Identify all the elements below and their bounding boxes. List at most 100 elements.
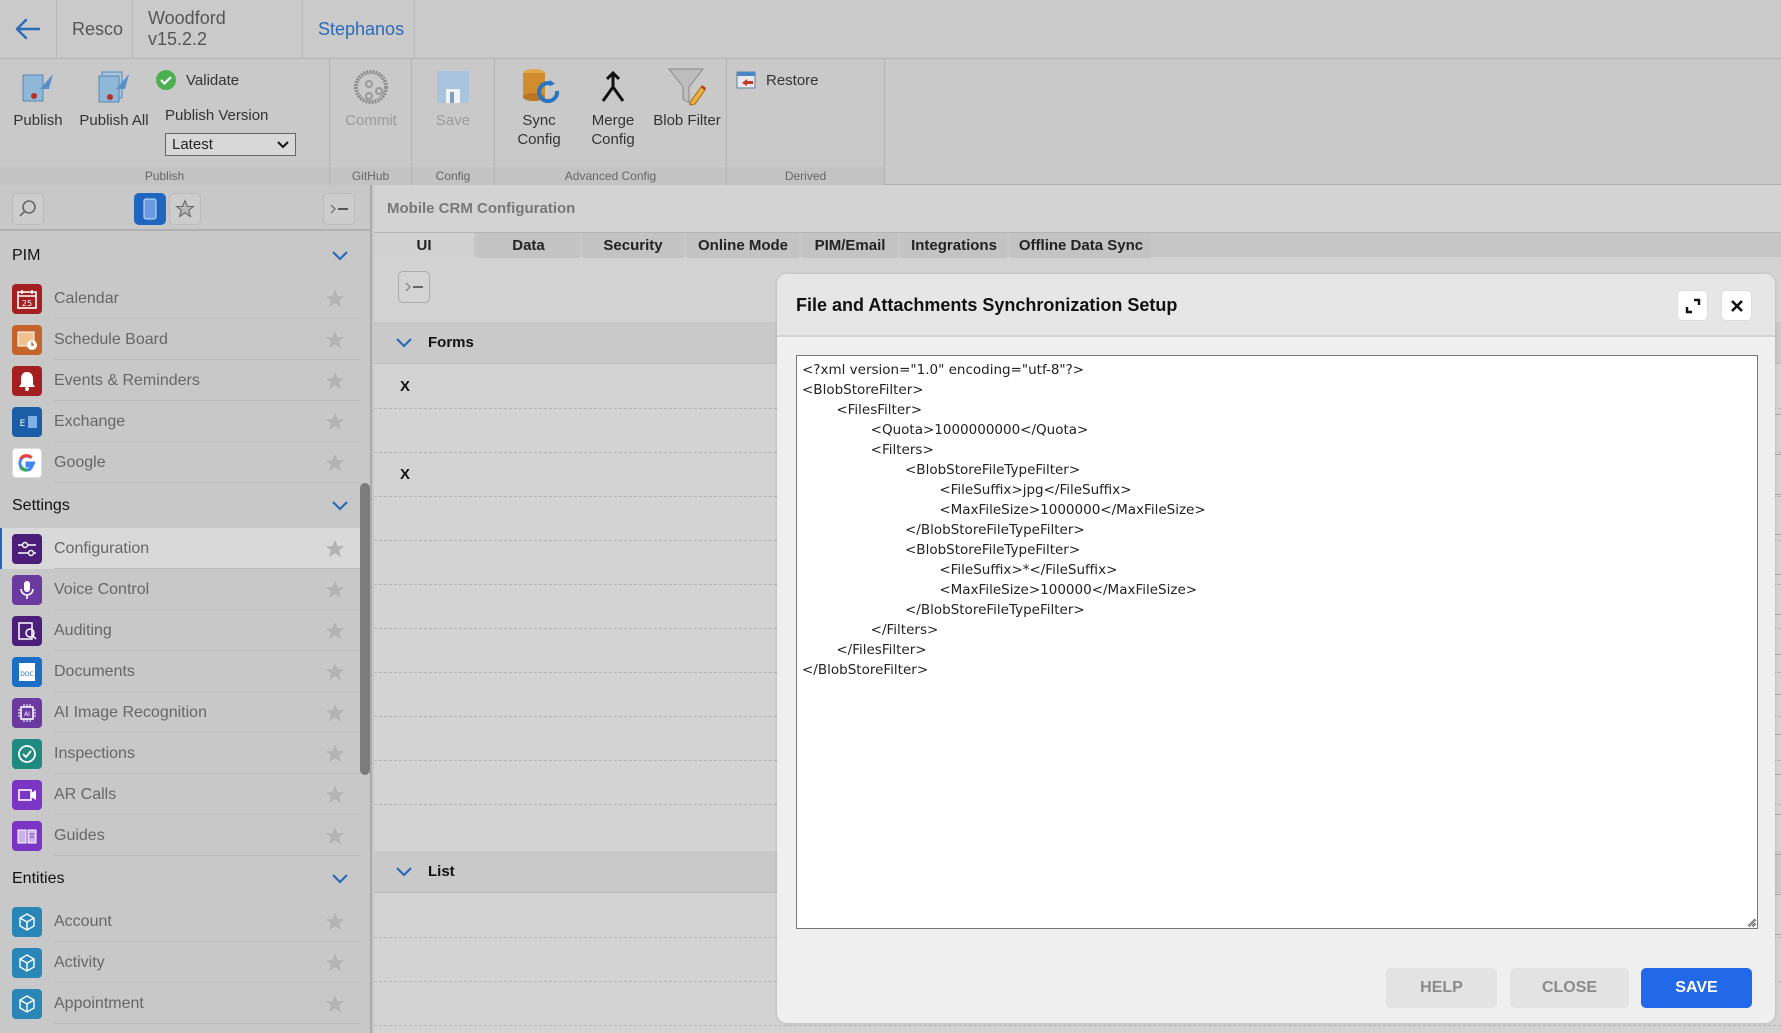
sidebar-item-exchange[interactable]: E Exchange bbox=[0, 401, 360, 442]
favorite-star-icon[interactable] bbox=[324, 288, 346, 315]
sidebar-item-label: Configuration bbox=[54, 528, 360, 569]
favorite-star-icon[interactable] bbox=[324, 329, 346, 356]
publish-all-label: Publish All bbox=[79, 112, 149, 129]
tab-offline-data-sync[interactable]: Offline Data Sync bbox=[1011, 233, 1151, 258]
favorite-star-icon[interactable] bbox=[324, 661, 346, 688]
sidebar-item-configuration[interactable]: Configuration bbox=[0, 528, 360, 569]
sidebar-section-entities[interactable]: Entities bbox=[0, 856, 360, 901]
close-button[interactable]: CLOSE bbox=[1510, 968, 1629, 1008]
save-button[interactable]: SAVE bbox=[1641, 968, 1752, 1008]
restore-button[interactable]: Restore bbox=[736, 71, 819, 89]
sidebar-item-guides[interactable]: Guides bbox=[0, 815, 360, 856]
favorite-star-icon[interactable] bbox=[324, 911, 346, 938]
publish-label: Publish bbox=[13, 112, 63, 129]
commit-label: Commit bbox=[345, 112, 397, 129]
save-toolbar-button[interactable]: Save bbox=[430, 67, 476, 130]
sidebar-item-label: Guides bbox=[54, 815, 360, 856]
sidebar-item-auditing[interactable]: Auditing bbox=[0, 610, 360, 651]
sidebar-mobile-view-button[interactable] bbox=[134, 193, 166, 225]
sidebar-collapse-button[interactable] bbox=[323, 193, 355, 225]
favorite-star-icon[interactable] bbox=[324, 702, 346, 729]
tab-ui[interactable]: UI bbox=[374, 233, 474, 258]
group-label-github: GitHub bbox=[330, 167, 411, 185]
sidebar-item-schedule-board[interactable]: Schedule Board bbox=[0, 319, 360, 360]
cube-icon bbox=[12, 947, 42, 978]
mobile-device-icon bbox=[143, 198, 157, 220]
favorite-star-icon[interactable] bbox=[324, 993, 346, 1020]
maximize-button[interactable] bbox=[1677, 290, 1708, 321]
publish-version-value: Latest bbox=[172, 136, 213, 153]
dialog-close-x-button[interactable] bbox=[1721, 290, 1752, 321]
cube-icon bbox=[12, 988, 42, 1019]
sync-config-button[interactable]: Sync Config bbox=[511, 67, 567, 149]
favorite-star-icon[interactable] bbox=[324, 370, 346, 397]
sidebar-item-account[interactable]: Account bbox=[0, 901, 360, 942]
favorite-star-icon[interactable] bbox=[324, 620, 346, 647]
blob-filter-label: Blob Filter bbox=[653, 112, 721, 129]
restore-window-icon bbox=[736, 71, 756, 89]
restore-label: Restore bbox=[766, 71, 819, 89]
favorite-star-icon[interactable] bbox=[324, 784, 346, 811]
blob-filter-button[interactable]: Blob Filter bbox=[650, 67, 724, 130]
chevron-down-icon bbox=[332, 873, 348, 884]
publish-button[interactable]: Publish bbox=[10, 67, 66, 130]
validate-button[interactable]: Validate bbox=[156, 70, 239, 90]
sync-config-label-1: Sync bbox=[522, 112, 556, 129]
chevron-down-icon bbox=[396, 337, 412, 348]
svg-text:E: E bbox=[20, 419, 26, 429]
form-panel-collapse-button[interactable] bbox=[398, 271, 430, 303]
ribbon-group-github: Commit GitHub bbox=[330, 59, 412, 185]
microphone-icon bbox=[12, 574, 42, 605]
sidebar-item-google[interactable]: Google bbox=[0, 442, 360, 483]
validate-label: Validate bbox=[186, 71, 240, 89]
favorite-star-icon[interactable] bbox=[324, 538, 346, 565]
help-button[interactable]: HELP bbox=[1386, 968, 1497, 1008]
tab-security[interactable]: Security bbox=[583, 233, 683, 258]
sidebar-section-pim[interactable]: PIM bbox=[0, 233, 360, 278]
tab-pim-email[interactable]: PIM/Email bbox=[803, 233, 897, 258]
chevron-down-icon bbox=[332, 250, 348, 261]
favorite-star-icon[interactable] bbox=[324, 952, 346, 979]
ai-chip-icon: AI bbox=[12, 697, 42, 728]
breadcrumb-woodford[interactable]: Woodford v15.2.2 bbox=[133, 0, 303, 58]
sidebar-section-settings[interactable]: Settings bbox=[0, 483, 360, 528]
sidebar-item-events-reminders[interactable]: Events & Reminders bbox=[0, 360, 360, 401]
favorite-star-icon[interactable] bbox=[324, 579, 346, 606]
favorite-star-icon[interactable] bbox=[324, 825, 346, 852]
sidebar-item-ar-calls[interactable]: AR Calls bbox=[0, 774, 360, 815]
favorite-star-icon[interactable] bbox=[324, 411, 346, 438]
sidebar-item-ai-image-recognition[interactable]: AI AI Image Recognition bbox=[0, 692, 360, 733]
merge-config-button[interactable]: Merge Config bbox=[585, 67, 641, 149]
sidebar-item-label: Calendar bbox=[54, 278, 360, 319]
tab-online-mode[interactable]: Online Mode bbox=[687, 233, 799, 258]
commit-button[interactable]: Commit bbox=[342, 67, 400, 130]
sidebar-item-documents[interactable]: DOC Documents bbox=[0, 651, 360, 692]
sidebar-item-activity[interactable]: Activity bbox=[0, 942, 360, 983]
sidebar-favorites-button[interactable] bbox=[169, 193, 201, 225]
sidebar-item-appointment[interactable]: Appointment bbox=[0, 983, 360, 1024]
sidebar-item-calendar[interactable]: 25 Calendar bbox=[0, 278, 360, 319]
video-camera-icon bbox=[12, 779, 42, 810]
publish-all-button[interactable]: Publish All bbox=[76, 67, 152, 130]
publish-rocket-icon bbox=[18, 67, 58, 107]
sidebar-toolbar bbox=[0, 185, 370, 231]
sidebar-section-title: Entities bbox=[12, 869, 65, 887]
breadcrumb-project[interactable]: Stephanos bbox=[303, 0, 415, 58]
sidebar-item-label: Inspections bbox=[54, 733, 360, 774]
breadcrumb-resco[interactable]: Resco bbox=[57, 0, 133, 58]
sidebar-item-voice-control[interactable]: Voice Control bbox=[0, 569, 360, 610]
publish-version-select[interactable]: Latest bbox=[165, 133, 296, 156]
star-outline-icon bbox=[175, 199, 195, 218]
tab-integrations[interactable]: Integrations bbox=[901, 233, 1007, 258]
tab-data[interactable]: Data bbox=[478, 233, 579, 258]
favorite-star-icon[interactable] bbox=[324, 743, 346, 770]
favorite-star-icon[interactable] bbox=[324, 452, 346, 479]
group-label-publish: Publish bbox=[0, 167, 329, 185]
resize-grip-icon[interactable] bbox=[1744, 915, 1756, 927]
xml-editor[interactable] bbox=[796, 355, 1758, 929]
back-button[interactable] bbox=[0, 0, 57, 58]
sidebar-item-inspections[interactable]: Inspections bbox=[0, 733, 360, 774]
sidebar-section-title: Settings bbox=[12, 496, 70, 514]
sidebar-search-button[interactable] bbox=[12, 193, 44, 225]
sidebar-scrollbar[interactable] bbox=[360, 483, 370, 775]
